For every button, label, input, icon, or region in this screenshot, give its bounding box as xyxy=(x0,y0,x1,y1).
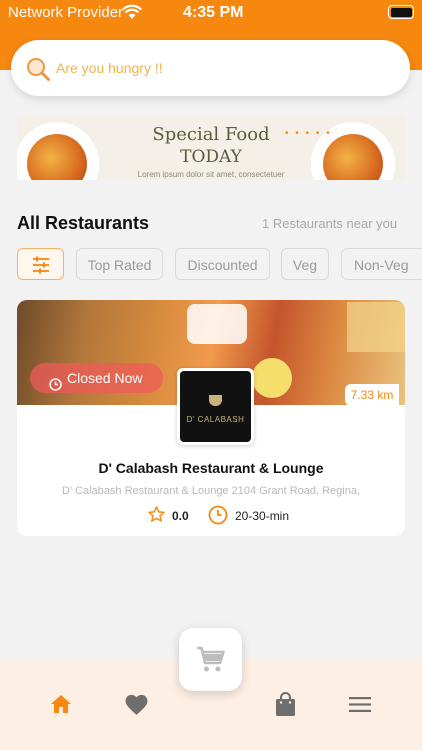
banner-tagline: Lorem ipsum dolor sit amet, consectetuer xyxy=(137,170,285,179)
distance-badge: 7.33 km xyxy=(345,384,399,406)
closed-status-label: Closed Now xyxy=(67,370,143,386)
heart-icon[interactable] xyxy=(124,693,149,721)
clock-icon xyxy=(208,505,228,530)
cup-icon xyxy=(209,395,222,406)
wifi-icon xyxy=(122,4,142,24)
star-icon xyxy=(147,505,166,529)
banner-title-line1: Special Food xyxy=(152,124,270,145)
filter-chip-veg[interactable]: Veg xyxy=(281,248,329,280)
sliders-icon xyxy=(32,256,49,274)
bag-icon[interactable] xyxy=(275,692,296,722)
filter-settings-button[interactable] xyxy=(17,248,64,280)
filter-chip-discounted[interactable]: Discounted xyxy=(175,248,270,280)
search-icon xyxy=(25,56,51,87)
search-input[interactable]: Are you hungry !! xyxy=(56,60,163,76)
search-bar[interactable]: Are you hungry !! xyxy=(11,40,410,96)
restaurant-address: D' Calabash Restaurant & Lounge 2104 Gra… xyxy=(61,485,361,497)
status-bar: Network Provider 4:35 PM xyxy=(0,0,422,26)
special-food-banner[interactable]: • • • • • Special Food TODAY Lorem ipsum… xyxy=(17,116,405,180)
delivery-time: 20-30-min xyxy=(235,509,290,523)
restaurant-name: D' Calabash Restaurant & Lounge xyxy=(98,460,324,476)
carrier-label: Network Provider xyxy=(8,4,124,21)
cart-icon xyxy=(196,646,225,678)
restaurant-count: 1 Restaurants near you xyxy=(262,216,398,231)
banner-title-line2: TODAY xyxy=(180,147,242,167)
section-title: All Restaurants xyxy=(17,213,150,233)
cart-button[interactable] xyxy=(179,628,242,691)
restaurant-logo: D' CALABASH xyxy=(177,368,254,445)
clock-icon xyxy=(49,371,62,401)
battery-icon xyxy=(388,5,414,19)
clock-time: 4:35 PM xyxy=(183,4,244,21)
home-icon[interactable] xyxy=(49,692,73,721)
closed-status-badge: Closed Now xyxy=(30,363,163,393)
filter-chip-non-veg[interactable]: Non-Veg xyxy=(341,248,422,280)
menu-icon[interactable] xyxy=(348,695,372,719)
filter-chip-top-rated[interactable]: Top Rated xyxy=(76,248,163,280)
rating-value: 0.0 xyxy=(172,509,189,523)
logo-text: D' CALABASH xyxy=(186,415,245,424)
